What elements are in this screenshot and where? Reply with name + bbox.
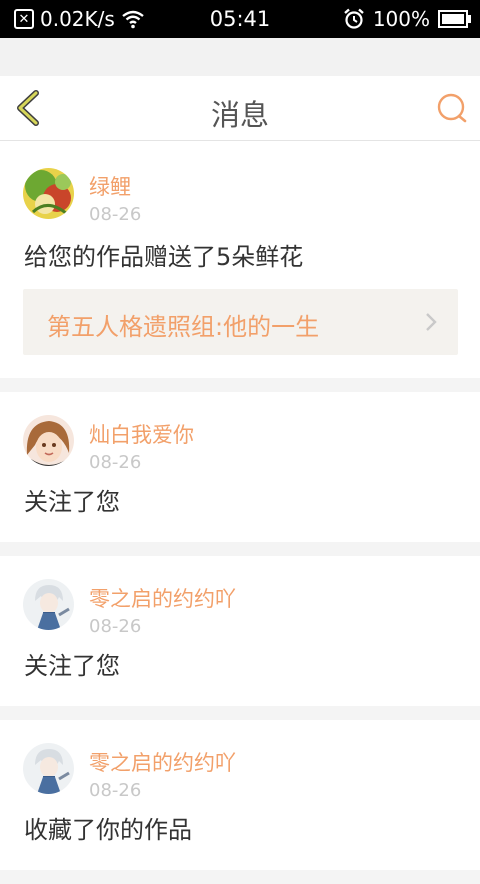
message-header: 零之启的约约吖 08-26: [0, 720, 480, 804]
avatar-white-hair-boy-icon: [23, 743, 74, 794]
message-item: 灿白我爱你 08-26 关注了您: [0, 392, 480, 542]
message-text: 给您的作品赠送了5朵鲜花: [24, 243, 304, 271]
message-header: 绿鲤 08-26: [0, 141, 480, 231]
search-icon: [437, 93, 467, 123]
avatar[interactable]: [23, 579, 74, 630]
message-date: 08-26: [89, 204, 142, 225]
message-date: 08-26: [89, 780, 142, 801]
message-item: 绿鲤 08-26 给您的作品赠送了5朵鲜花 第五人格遗照组:他的一生: [0, 141, 480, 378]
battery-icon: [438, 10, 471, 28]
username[interactable]: 零之启的约约吖: [89, 747, 236, 777]
username[interactable]: 绿鲤: [89, 171, 131, 201]
alarm-icon: [344, 8, 364, 29]
avatar[interactable]: [23, 743, 74, 794]
work-title: 第五人格遗照组:他的一生: [47, 313, 320, 341]
message-header: 零之启的约约吖 08-26: [0, 556, 480, 640]
search-button[interactable]: [436, 92, 468, 124]
message-header: 灿白我爱你 08-26: [0, 392, 480, 476]
message-date: 08-26: [89, 452, 142, 473]
status-bar: ✕ 0.02K/s 05:41 100%: [0, 0, 480, 38]
message-date: 08-26: [89, 616, 142, 637]
avatar-brown-hair-girl-icon: [23, 415, 74, 466]
page-title: 消息: [210, 98, 269, 132]
username[interactable]: 灿白我爱你: [89, 419, 194, 449]
message-text: 关注了您: [24, 652, 120, 680]
status-right: 100%: [343, 7, 471, 31]
message-list: 绿鲤 08-26 给您的作品赠送了5朵鲜花 第五人格遗照组:他的一生 灿白我爱你…: [0, 141, 480, 884]
message-text: 关注了您: [24, 488, 120, 516]
battery-fill: [442, 14, 464, 24]
avatar[interactable]: [23, 415, 74, 466]
message-item: 零之启的约约吖 08-26 收藏了你的作品: [0, 720, 480, 870]
spacer-strip: [0, 38, 480, 76]
work-link[interactable]: 第五人格遗照组:他的一生: [23, 289, 458, 355]
battery-percent: 100%: [372, 7, 430, 31]
avatar[interactable]: [23, 168, 74, 219]
avatar-green-girl-icon: [23, 168, 74, 219]
username[interactable]: 零之启的约约吖: [89, 583, 236, 613]
message-text: 收藏了你的作品: [24, 816, 192, 844]
message-item: 零之启的约约吖 08-26 关注了您: [0, 556, 480, 706]
chevron-right-icon: [426, 313, 437, 331]
avatar-white-hair-boy-icon: [23, 579, 74, 630]
header-bar: 消息: [0, 76, 480, 141]
